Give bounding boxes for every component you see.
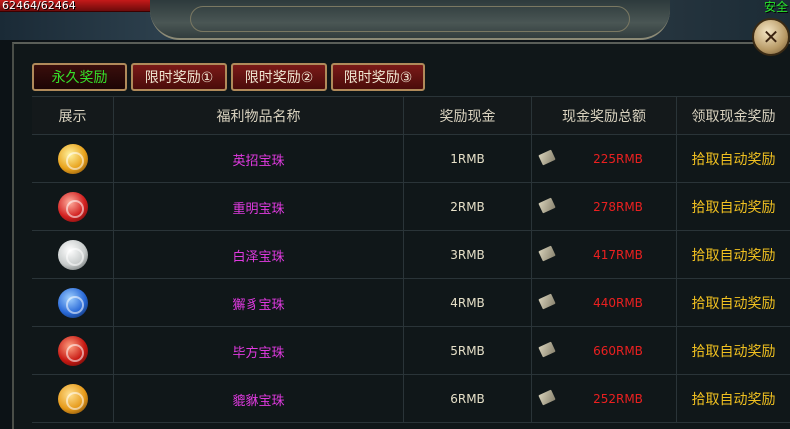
- header-item-name: 福利物品名称: [114, 97, 404, 135]
- table-row: 獬豸宝珠 4RMB 440RMB 拾取自动奖励: [32, 279, 790, 327]
- red-orb-icon: [57, 192, 88, 222]
- cash-reward: 5RMB: [450, 344, 485, 358]
- gold-orb-icon: [57, 144, 88, 174]
- header-cash-reward: 奖励现金: [404, 97, 532, 135]
- hp-bar: 62464/62464: [0, 0, 160, 12]
- tab-limited-reward-2[interactable]: 限时奖励②: [231, 63, 327, 91]
- total-reward: 440RMB: [593, 296, 643, 310]
- crimson-orb-icon: [57, 336, 88, 366]
- table-row: 貔貅宝珠 6RMB 252RMB 拾取自动奖励: [32, 375, 790, 423]
- cash-reward: 4RMB: [450, 296, 485, 310]
- total-reward: 225RMB: [593, 152, 643, 166]
- tab-limited-reward-1[interactable]: 限时奖励①: [131, 63, 227, 91]
- item-name: 英招宝珠: [232, 153, 285, 169]
- total-reward: 252RMB: [593, 392, 643, 406]
- header-display: 展示: [32, 97, 114, 135]
- ticket-icon: [538, 197, 556, 214]
- cash-reward: 6RMB: [450, 392, 485, 406]
- item-name: 白泽宝珠: [232, 249, 285, 265]
- ticket-icon: [538, 389, 556, 406]
- tab-bar: 永久奖励 限时奖励① 限时奖励② 限时奖励③: [32, 63, 425, 91]
- ticket-icon: [538, 149, 556, 166]
- claim-button[interactable]: 拾取自动奖励: [692, 293, 776, 313]
- table-row: 毕方宝珠 5RMB 660RMB 拾取自动奖励: [32, 327, 790, 375]
- item-name: 貔貅宝珠: [232, 393, 285, 409]
- claim-button[interactable]: 拾取自动奖励: [692, 341, 776, 361]
- header-total-reward: 现金奖励总额: [532, 97, 677, 135]
- ticket-icon: [538, 245, 556, 262]
- table-row: 白泽宝珠 3RMB 417RMB 拾取自动奖励: [32, 231, 790, 279]
- tab-permanent-reward[interactable]: 永久奖励: [32, 63, 127, 91]
- window-frame-ornament: [150, 0, 670, 40]
- silver-orb-icon: [57, 240, 88, 270]
- total-reward: 417RMB: [593, 248, 643, 262]
- claim-button[interactable]: 拾取自动奖励: [692, 389, 776, 409]
- amber-orb-icon: [57, 384, 88, 414]
- tab-limited-reward-3[interactable]: 限时奖励③: [331, 63, 425, 91]
- cash-reward: 3RMB: [450, 248, 485, 262]
- header-claim-reward: 领取现金奖励: [691, 109, 776, 125]
- safe-zone-label: 安全: [763, 0, 788, 14]
- cash-reward: 1RMB: [450, 152, 485, 166]
- claim-button[interactable]: 拾取自动奖励: [692, 197, 776, 217]
- table-header: 展示 福利物品名称 奖励现金 现金奖励总额 领取现金奖励: [32, 97, 790, 135]
- cash-reward: 2RMB: [450, 200, 485, 214]
- claim-button[interactable]: 拾取自动奖励: [692, 245, 776, 265]
- item-name: 獬豸宝珠: [232, 297, 285, 313]
- blue-orb-icon: [57, 288, 88, 318]
- item-name: 重明宝珠: [232, 201, 285, 217]
- ticket-icon: [538, 293, 556, 310]
- item-name: 毕方宝珠: [232, 345, 285, 361]
- ticket-icon: [538, 341, 556, 358]
- table-row: 英招宝珠 1RMB 225RMB 拾取自动奖励: [32, 135, 790, 183]
- close-icon: ✕: [762, 25, 780, 49]
- table-row: 重明宝珠 2RMB 278RMB 拾取自动奖励: [32, 183, 790, 231]
- total-reward: 278RMB: [593, 200, 643, 214]
- claim-button[interactable]: 拾取自动奖励: [692, 149, 776, 169]
- reward-table: 展示 福利物品名称 奖励现金 现金奖励总额 领取现金奖励 英招宝珠 1RMB 2…: [32, 96, 790, 429]
- close-button[interactable]: ✕: [752, 18, 790, 56]
- total-reward: 660RMB: [593, 344, 643, 358]
- hp-text: 62464/62464: [2, 0, 76, 12]
